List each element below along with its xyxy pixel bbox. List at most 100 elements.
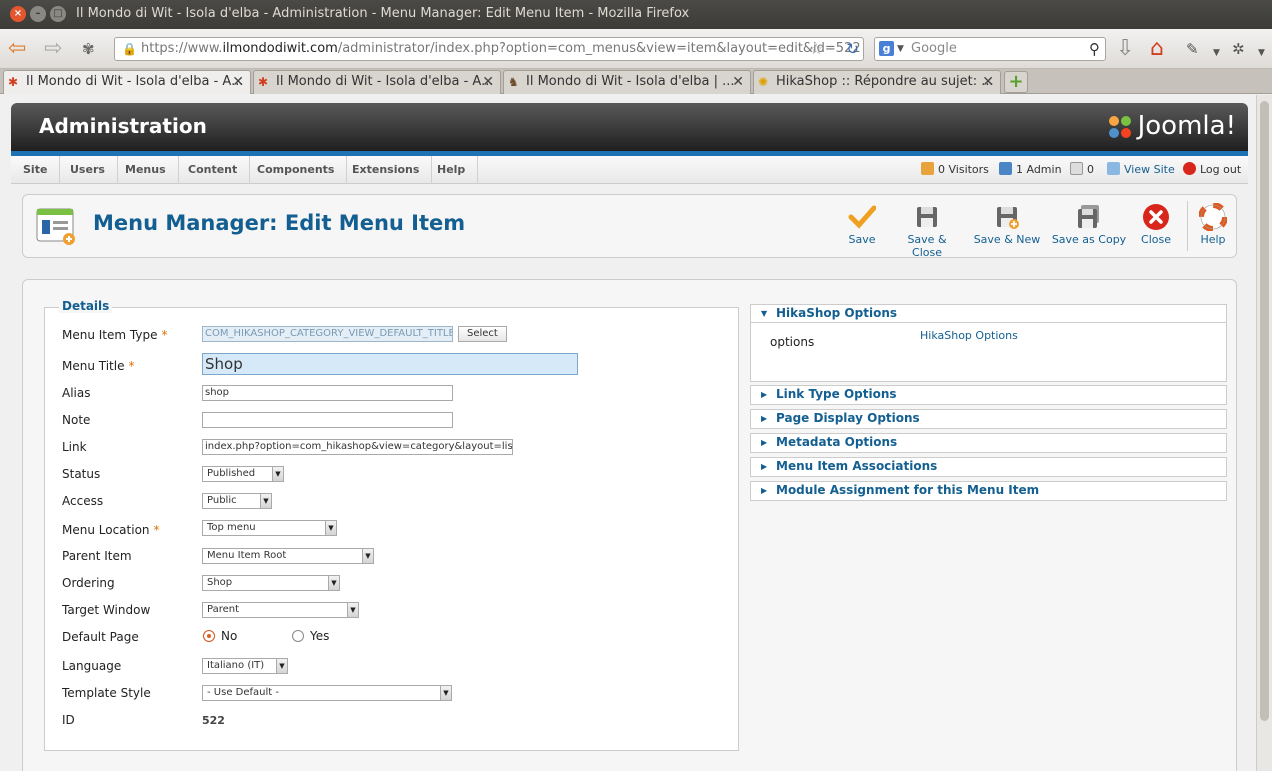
menu-location-select[interactable]: Top menu ▼ xyxy=(202,520,337,536)
triangle-right-icon: ▶ xyxy=(761,390,768,399)
search-icon[interactable]: ⚲ xyxy=(1089,38,1100,60)
google-engine-icon[interactable]: g xyxy=(879,41,894,56)
hikashop-options-link[interactable]: HikaShop Options xyxy=(920,329,1018,342)
visitors-status: 0 Visitors xyxy=(921,156,989,184)
required-mark: * xyxy=(153,523,160,537)
close-button[interactable]: Close xyxy=(1135,203,1177,246)
floppy-disk-plus-icon xyxy=(997,207,1019,229)
page-display-options-panel[interactable]: ▶ Page Display Options xyxy=(750,409,1227,429)
status-select[interactable]: Published ▼ xyxy=(202,466,284,482)
logout-icon xyxy=(1183,162,1196,175)
tab-3[interactable]: ♞ Il Mondo di Wit - Isola d'elba | ... ✕ xyxy=(503,70,751,94)
save-as-copy-button[interactable]: Save as Copy xyxy=(1051,203,1127,246)
dropdown-arrow-icon: ▼ xyxy=(260,494,271,508)
menu-content[interactable]: Content xyxy=(176,156,251,184)
module-assignment-header[interactable]: ▶ Module Assignment for this Menu Item xyxy=(751,482,1226,500)
target-window-select[interactable]: Parent ▼ xyxy=(202,602,359,618)
menu-item-associations-header[interactable]: ▶ Menu Item Associations xyxy=(751,458,1226,476)
menu-help[interactable]: Help xyxy=(425,156,479,184)
default-page-label: Default Page xyxy=(62,630,139,644)
metadata-options-panel[interactable]: ▶ Metadata Options xyxy=(750,433,1227,453)
tab-2[interactable]: ✱ Il Mondo di Wit - Isola d'elba - A... … xyxy=(253,70,501,94)
addon-icon[interactable]: ✲ xyxy=(1232,39,1245,59)
hikashop-options-header[interactable]: ▼ HikaShop Options xyxy=(751,305,1226,323)
default-page-yes-radio[interactable]: Yes xyxy=(292,629,329,643)
save-new-button[interactable]: Save & New xyxy=(973,203,1041,246)
window-titlebar: × – □ Il Mondo di Wit - Isola d'elba - A… xyxy=(0,0,1272,29)
alias-label: Alias xyxy=(62,386,91,400)
back-arrow-icon[interactable]: ⇦ xyxy=(8,38,26,60)
window-maximize-icon[interactable]: □ xyxy=(50,6,66,22)
new-tab-plus-icon[interactable]: + xyxy=(1004,71,1028,93)
parent-item-select[interactable]: Menu Item Root ▼ xyxy=(202,548,374,564)
downloads-icon[interactable]: ⇩ xyxy=(1116,38,1134,60)
default-page-no-radio[interactable]: No xyxy=(203,629,237,643)
bookmark-star-icon[interactable]: ☆ xyxy=(810,38,823,60)
window-close-icon[interactable]: × xyxy=(10,6,26,22)
access-select[interactable]: Public ▼ xyxy=(202,493,272,509)
forward-arrow-icon[interactable]: ⇨ xyxy=(44,38,62,60)
tool-icon[interactable]: ✎ xyxy=(1186,39,1199,59)
tab-close-icon[interactable]: ✕ xyxy=(482,71,494,93)
menu-location-label: Menu Location * xyxy=(62,523,160,537)
menu-components[interactable]: Components xyxy=(245,156,348,184)
ordering-select[interactable]: Shop ▼ xyxy=(202,575,340,591)
link-type-options-header[interactable]: ▶ Link Type Options xyxy=(751,386,1226,404)
save-button[interactable]: Save xyxy=(841,203,883,246)
scrollbar-thumb[interactable] xyxy=(1260,101,1269,721)
joomla-logo-text: Joomla! xyxy=(1137,111,1236,141)
addon-dropdown-icon[interactable]: ▼ xyxy=(1258,43,1265,63)
dropdown-arrow-icon: ▼ xyxy=(328,576,339,590)
search-placeholder: Google xyxy=(911,41,957,56)
page-display-options-header[interactable]: ▶ Page Display Options xyxy=(751,410,1226,428)
engine-dropdown-icon[interactable]: ▼ xyxy=(897,38,904,60)
joomla-logo: Joomla! xyxy=(1106,111,1236,141)
select-type-button[interactable]: Select xyxy=(458,326,507,342)
tab-4[interactable]: ✺ HikaShop :: Répondre au sujet: ... ✕ xyxy=(753,70,1001,94)
help-button[interactable]: Help xyxy=(1193,203,1233,246)
logout-link[interactable]: Log out xyxy=(1183,156,1241,184)
tab-close-icon[interactable]: ✕ xyxy=(982,71,994,93)
page-scrollbar[interactable] xyxy=(1256,95,1272,771)
menu-extensions[interactable]: Extensions xyxy=(340,156,433,184)
tab-close-icon[interactable]: ✕ xyxy=(732,71,744,93)
metadata-options-header[interactable]: ▶ Metadata Options xyxy=(751,434,1226,452)
note-label: Note xyxy=(62,413,91,427)
tool-dropdown-icon[interactable]: ▼ xyxy=(1213,43,1220,63)
template-style-select[interactable]: - Use Default - ▼ xyxy=(202,685,452,701)
menu-menus[interactable]: Menus xyxy=(113,156,179,184)
close-circle-icon xyxy=(1143,204,1169,230)
dropdown-arrow-icon: ▼ xyxy=(272,467,283,481)
window-minimize-icon[interactable]: – xyxy=(30,6,46,22)
parent-item-label: Parent Item xyxy=(62,549,132,563)
link-type-options-panel[interactable]: ▶ Link Type Options xyxy=(750,385,1227,405)
menu-item-associations-panel[interactable]: ▶ Menu Item Associations xyxy=(750,457,1227,477)
joomla-favicon-icon: ✱ xyxy=(258,75,269,89)
reload-icon[interactable]: ↻ xyxy=(846,38,859,60)
radio-selected-icon xyxy=(203,630,215,642)
menu-users[interactable]: Users xyxy=(58,156,118,184)
dropdown-arrow-icon: ▼ xyxy=(362,549,373,563)
tab-1[interactable]: ✱ Il Mondo di Wit - Isola d'elba - A... … xyxy=(3,70,251,94)
tab-strip: ✱ Il Mondo di Wit - Isola d'elba - A... … xyxy=(0,69,1272,94)
messages-status[interactable]: 0 xyxy=(1070,156,1094,184)
language-select[interactable]: Italiano (IT) ▼ xyxy=(202,658,288,674)
tab-close-icon[interactable]: ✕ xyxy=(232,71,244,93)
triangle-right-icon: ▶ xyxy=(761,438,768,447)
home-icon[interactable]: ⌂ xyxy=(1150,38,1164,60)
alias-input[interactable]: shop xyxy=(202,385,453,401)
note-input[interactable] xyxy=(202,412,453,428)
edit-form-box: Details Menu Item Type * COM_HIKASHOP_CAT… xyxy=(22,279,1237,771)
save-close-button[interactable]: Save & Close xyxy=(891,203,963,259)
url-bar[interactable]: 🔒 https://www.ilmondodiwit.com/administr… xyxy=(114,37,864,61)
site-identity-icon[interactable]: ✾ xyxy=(82,39,95,59)
id-value: 522 xyxy=(202,714,225,727)
window-title: Il Mondo di Wit - Isola d'elba - Adminis… xyxy=(76,6,690,21)
module-assignment-panel[interactable]: ▶ Module Assignment for this Menu Item xyxy=(750,481,1227,501)
page-title: Menu Manager: Edit Menu Item xyxy=(93,211,466,235)
search-bar[interactable]: g ▼ Google ⚲ xyxy=(874,37,1106,61)
menu-site[interactable]: Site xyxy=(11,156,61,184)
view-site-link[interactable]: View Site xyxy=(1107,156,1175,184)
id-label: ID xyxy=(62,713,75,727)
menu-title-input[interactable]: Shop xyxy=(202,353,578,375)
